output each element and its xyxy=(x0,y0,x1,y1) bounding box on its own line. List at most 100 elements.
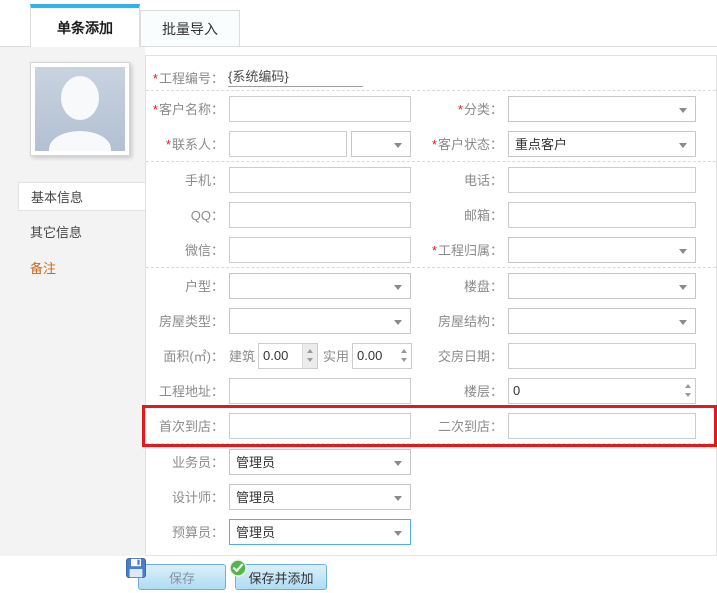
row-contact-status: *联系人： *客户状态： 重点客户 xyxy=(146,126,716,161)
project-no-value: {系统编码} xyxy=(228,67,363,87)
sidebar-item-remark[interactable]: 备注 xyxy=(0,254,145,283)
area-label-text: 面积(㎡)： xyxy=(163,349,224,364)
first-visit-label-text: 首次到店： xyxy=(159,419,224,434)
arrow-down-icon[interactable] xyxy=(685,393,691,397)
required-mark: * xyxy=(432,137,437,152)
building-select[interactable] xyxy=(508,273,696,299)
house-layout-select[interactable] xyxy=(229,273,411,299)
contact-input[interactable] xyxy=(229,131,347,157)
area-usable-stepper[interactable]: 0.00 xyxy=(352,343,412,369)
arrow-down-icon[interactable] xyxy=(401,358,407,362)
category-select[interactable] xyxy=(508,96,696,122)
wechat-label-text: 微信： xyxy=(185,243,224,258)
phone-label: 电话： xyxy=(411,170,503,189)
qq-input[interactable] xyxy=(229,202,411,228)
salesman-label: 业务员： xyxy=(146,452,224,471)
required-mark: * xyxy=(153,102,158,117)
sidebar-item-other-info[interactable]: 其它信息 xyxy=(0,218,145,247)
budgeter-select[interactable]: 管理员 xyxy=(229,519,411,545)
area-building-stepper[interactable]: 0.00 xyxy=(258,343,318,369)
floor-label: 楼层： xyxy=(411,381,503,400)
customer-name-label-text: 客户名称： xyxy=(159,102,224,117)
person-silhouette-icon xyxy=(61,76,99,120)
email-input[interactable] xyxy=(508,202,696,228)
mobile-input[interactable] xyxy=(229,167,411,193)
house-structure-select[interactable] xyxy=(508,308,696,334)
chevron-down-icon xyxy=(679,249,687,254)
budgeter-label-text: 预算员： xyxy=(172,525,224,540)
contact-label-text: 联系人： xyxy=(172,137,224,152)
row-store-visits: 首次到店： 二次到店： xyxy=(146,408,716,443)
row-address-floor: 工程地址： 楼层： 0 xyxy=(146,373,716,408)
designer-select-value: 管理员 xyxy=(236,487,275,506)
floor-stepper[interactable]: 0 xyxy=(508,378,696,404)
customer-status-label: *客户状态： xyxy=(411,134,503,153)
stepper-arrows[interactable] xyxy=(302,344,317,368)
first-visit-input[interactable] xyxy=(229,413,411,439)
delivery-date-input[interactable] xyxy=(508,343,696,369)
phone-input[interactable] xyxy=(508,167,696,193)
arrow-up-icon[interactable] xyxy=(307,349,313,353)
required-mark: * xyxy=(458,102,463,117)
sidebar-item-remark-label: 备注 xyxy=(30,261,56,276)
save-button[interactable]: 保存 xyxy=(138,564,226,590)
arrow-up-icon[interactable] xyxy=(685,384,691,388)
chevron-down-icon xyxy=(394,320,402,325)
house-layout-label-text: 户型： xyxy=(185,279,224,294)
row-area-delivery: 面积(㎡)： 建筑 0.00 实用 0.00 xyxy=(146,338,716,373)
delivery-date-label-text: 交房日期： xyxy=(438,349,503,364)
project-belong-select[interactable] xyxy=(508,237,696,263)
row-project-no: *工程编号： {系统编码} xyxy=(146,62,716,90)
second-visit-label-text: 二次到店： xyxy=(438,419,503,434)
building-label: 楼盘： xyxy=(411,276,503,295)
salesman-select[interactable]: 管理员 xyxy=(229,449,411,475)
row-designer: 设计师： 管理员 xyxy=(146,479,716,514)
house-type-select[interactable] xyxy=(229,308,411,334)
first-visit-label: 首次到店： xyxy=(146,416,224,435)
chevron-down-icon xyxy=(679,320,687,325)
row-mobile-phone: 手机： 电话： xyxy=(146,162,716,197)
contact-label: *联系人： xyxy=(146,134,224,153)
salesman-select-value: 管理员 xyxy=(236,452,275,471)
project-belong-label-text: 工程归属： xyxy=(438,243,503,258)
row-salesman: 业务员： 管理员 xyxy=(146,444,716,479)
project-address-input[interactable] xyxy=(229,378,411,404)
chevron-down-icon xyxy=(394,461,402,466)
tab-single-add[interactable]: 单条添加 xyxy=(30,4,140,47)
project-belong-label: *工程归属： xyxy=(411,240,503,259)
qq-label-text: QQ： xyxy=(191,208,224,223)
wechat-label: 微信： xyxy=(146,240,224,259)
arrow-down-icon[interactable] xyxy=(307,358,313,362)
tab-batch-import[interactable]: 批量导入 xyxy=(140,10,240,46)
category-label-text: 分类： xyxy=(464,102,503,117)
mobile-label: 手机： xyxy=(146,170,224,189)
house-layout-label: 户型： xyxy=(146,276,224,295)
area-label: 面积(㎡)： xyxy=(146,346,224,365)
tab-bar: 单条添加 批量导入 xyxy=(0,0,717,47)
contact-title-select[interactable] xyxy=(351,131,411,157)
required-mark: * xyxy=(166,137,171,152)
area-building-value: 0.00 xyxy=(263,348,288,363)
house-structure-label: 房屋结构： xyxy=(411,311,503,330)
save-and-add-button[interactable]: 保存并添加 xyxy=(235,564,327,590)
building-label-text: 楼盘： xyxy=(464,279,503,294)
second-visit-label: 二次到店： xyxy=(411,416,503,435)
project-address-label-text: 工程地址： xyxy=(159,384,224,399)
arrow-up-icon[interactable] xyxy=(401,349,407,353)
check-circle-icon xyxy=(229,559,247,580)
chevron-down-icon xyxy=(679,143,687,148)
customer-status-select[interactable]: 重点客户 xyxy=(508,131,696,157)
floppy-disk-icon xyxy=(126,558,146,581)
save-button-label: 保存 xyxy=(169,568,195,587)
second-visit-input[interactable] xyxy=(508,413,696,439)
stepper-arrows[interactable] xyxy=(680,379,695,403)
sidebar-item-basic-info[interactable]: 基本信息 xyxy=(18,182,145,211)
customer-name-input[interactable] xyxy=(229,96,411,122)
avatar[interactable] xyxy=(30,62,130,156)
area-usable-sublabel: 实用 xyxy=(323,346,349,365)
wechat-input[interactable] xyxy=(229,237,411,263)
category-label: *分类： xyxy=(411,99,503,118)
stepper-arrows[interactable] xyxy=(396,344,411,368)
designer-select[interactable]: 管理员 xyxy=(229,484,411,510)
sidebar: 基本信息 其它信息 备注 xyxy=(0,47,145,556)
